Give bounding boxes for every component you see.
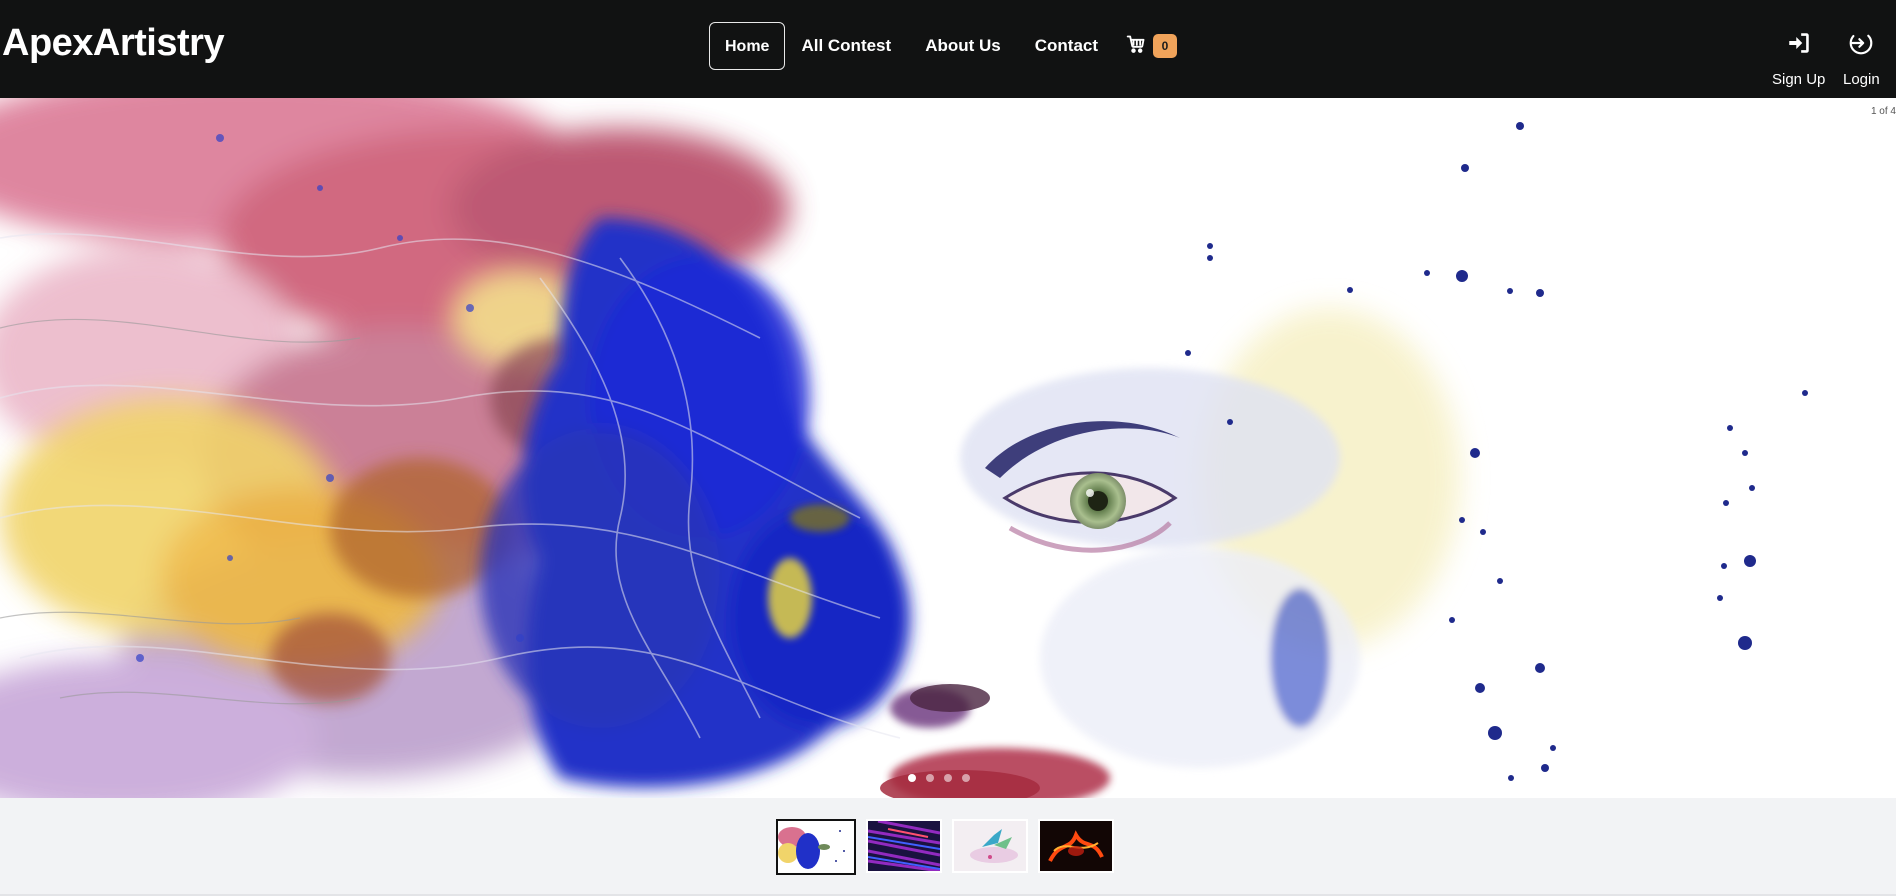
slide-counter: 1 of 4 (1870, 106, 1896, 117)
thumbnail-watercolor-bird[interactable] (952, 819, 1028, 873)
sign-up-label: Sign Up (1772, 71, 1826, 88)
carousel-dot-3[interactable] (944, 774, 952, 782)
carousel-dot-1[interactable] (908, 774, 916, 782)
login-button[interactable]: Login (1843, 30, 1880, 88)
sign-up-button[interactable]: Sign Up (1772, 30, 1825, 88)
brand-logo[interactable]: ApexArtistry (2, 22, 225, 65)
nav-home[interactable]: Home (709, 22, 786, 70)
carousel-indicators (908, 774, 970, 782)
hero-carousel[interactable]: 1 of 4 (0, 98, 1896, 798)
thumbnail-abstract-fire[interactable] (1038, 819, 1114, 873)
cart-icon (1126, 34, 1146, 59)
thumbnail-watercolor-face[interactable] (776, 819, 856, 875)
main-nav: Home All Contest About Us Contact 0 (709, 22, 1178, 70)
hero-artwork-image (0, 98, 1896, 798)
cart-count-badge: 0 (1153, 34, 1178, 58)
nav-contact[interactable]: Contact (1019, 22, 1114, 70)
carousel-thumbnail-strip (0, 798, 1896, 896)
carousel-dot-2[interactable] (926, 774, 934, 782)
login-icon (1848, 30, 1874, 61)
nav-about-us[interactable]: About Us (909, 22, 1017, 70)
nav-all-contest[interactable]: All Contest (785, 22, 907, 70)
sign-in-icon (1786, 30, 1812, 61)
thumbnail-abstract-purple-streaks[interactable] (866, 819, 942, 873)
cart-button[interactable]: 0 (1126, 34, 1178, 59)
navbar: ApexArtistry Home All Contest About Us C… (0, 0, 1896, 98)
carousel-dot-4[interactable] (962, 774, 970, 782)
login-label: Login (1843, 71, 1880, 88)
